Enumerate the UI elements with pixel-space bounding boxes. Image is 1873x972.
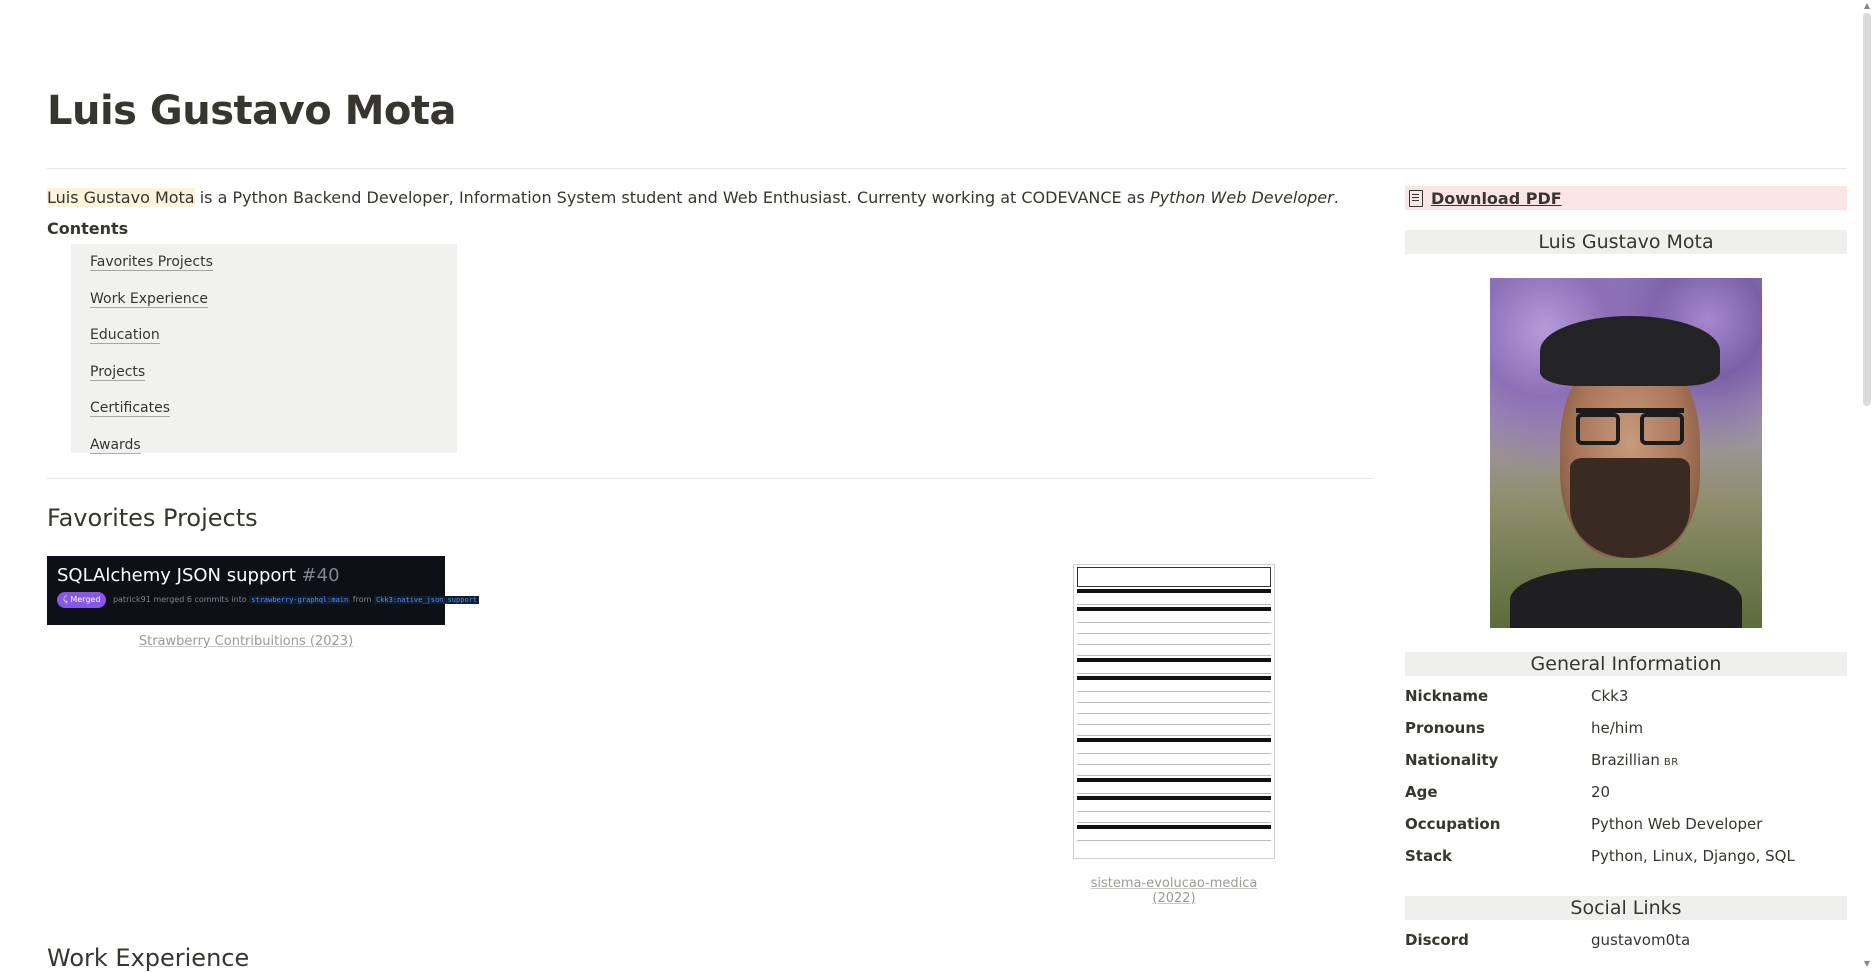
flag-icon: BR <box>1663 757 1679 768</box>
scrollbar-thumb[interactable] <box>1863 13 1871 406</box>
pr-meta-text: patrick91 merged 6 commits into <box>112 595 247 604</box>
download-pdf-link[interactable]: Download PDF <box>1405 186 1847 210</box>
title-divider <box>47 168 1847 169</box>
vertical-scrollbar[interactable]: ▲ ▼ <box>1861 0 1873 971</box>
info-row-pronouns: Pronouns he/him <box>1405 719 1644 737</box>
intro-role: Python Web Developer <box>1149 188 1334 207</box>
scroll-down-arrow-icon[interactable]: ▼ <box>1863 960 1871 968</box>
social-row-discord: Discord gustavom0ta <box>1405 931 1691 949</box>
toc-link-education[interactable]: Education <box>90 320 457 357</box>
info-row-age: Age 20 <box>1405 783 1611 801</box>
work-experience-heading: Work Experience <box>47 944 250 972</box>
info-row-occupation: Occupation Python Web Developer <box>1405 815 1763 833</box>
info-row-stack: Stack Python, Linux, Django, SQL <box>1405 847 1795 865</box>
favorites-heading: Favorites Projects <box>47 504 258 532</box>
page-title: Luis Gustavo Mota <box>47 88 457 134</box>
document-icon <box>1409 189 1423 207</box>
section-divider <box>47 478 1374 479</box>
sidebar-infobox: Download PDF Luis Gustavo Mota General I… <box>1405 186 1847 949</box>
page: Luis Gustavo Mota Luis Gustavo Mota is a… <box>47 0 1847 972</box>
general-info-header: General Information <box>1405 652 1847 676</box>
main-content: Luis Gustavo Mota is a Python Backend De… <box>47 186 1374 972</box>
pr-title: SQLAlchemy JSON support #40 <box>57 565 340 586</box>
profile-photo <box>1490 278 1762 628</box>
scroll-up-arrow-icon[interactable]: ▲ <box>1863 2 1871 10</box>
intro-paragraph: Luis Gustavo Mota is a Python Backend De… <box>47 186 1374 210</box>
project-caption-strawberry[interactable]: Strawberry Contribuitions (2023) <box>47 634 445 649</box>
toc-link-certificates[interactable]: Certificates <box>90 393 457 430</box>
source-branch: Ckk3:native_json_support <box>373 596 480 604</box>
infobox-name-header: Luis Gustavo Mota <box>1405 230 1847 254</box>
target-branch: strawberry-graphql:main <box>249 596 351 604</box>
project-caption-sistema[interactable]: sistema-evolucao-medica (2022) <box>1073 876 1275 906</box>
info-row-nationality: Nationality Brazillian BR <box>1405 751 1679 769</box>
contents-label: Contents <box>47 219 129 238</box>
info-row-nickname: Nickname Ckk3 <box>1405 687 1629 705</box>
medical-form-thumbnail[interactable] <box>1073 564 1275 859</box>
toc-link-favorites-projects[interactable]: Favorites Projects <box>90 247 457 284</box>
toc-link-awards[interactable]: Awards <box>90 430 457 467</box>
toc-link-projects[interactable]: Projects <box>90 357 457 394</box>
social-links-header: Social Links <box>1405 896 1847 920</box>
pr-number: #40 <box>301 565 340 586</box>
table-of-contents: Favorites Projects Work Experience Educa… <box>71 244 457 454</box>
pr-meta: ⤹ Merged patrick91 merged 6 commits into… <box>57 592 480 608</box>
intro-name-highlight: Luis Gustavo Mota <box>47 188 195 207</box>
toc-link-work-experience[interactable]: Work Experience <box>90 284 457 321</box>
intro-text: is a Python Backend Developer, Informati… <box>194 188 1150 207</box>
github-pr-card[interactable]: SQLAlchemy JSON support #40 ⤹ Merged pat… <box>47 556 480 625</box>
intro-end: . <box>1333 188 1339 207</box>
merged-badge: ⤹ Merged <box>57 592 107 608</box>
pr-from-text: from <box>352 595 372 604</box>
